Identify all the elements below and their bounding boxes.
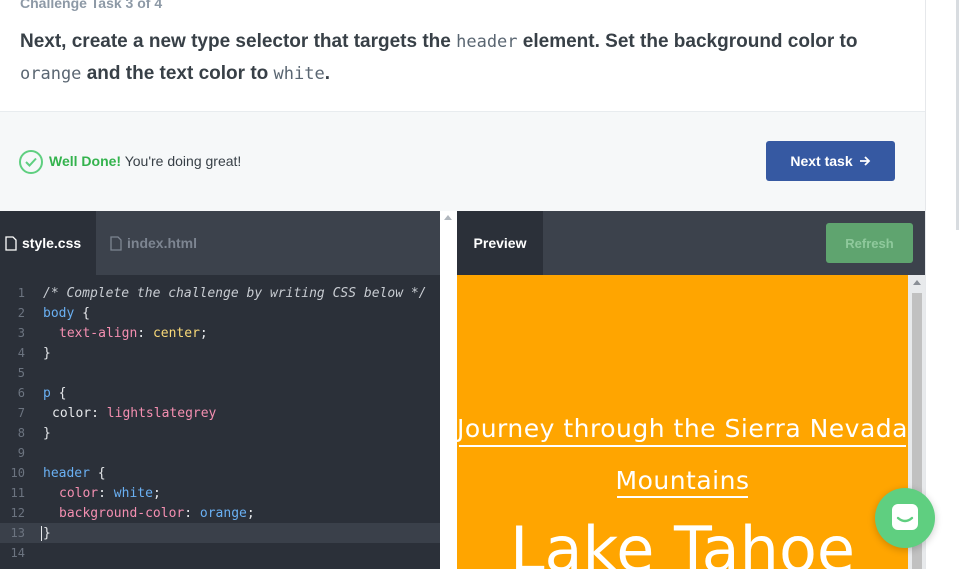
- property: text-align: [59, 325, 138, 341]
- file-icon: [110, 235, 122, 251]
- code-line-active: 13}: [0, 523, 440, 543]
- line-number: 13: [10, 526, 25, 540]
- selector: body: [43, 305, 75, 321]
- editor-tabs: style.css index.html: [0, 211, 440, 275]
- code-editor: style.css index.html 1 /* Complete the ch…: [0, 211, 440, 569]
- selector: p: [43, 385, 51, 401]
- task-code-white: white: [273, 64, 325, 84]
- code-content: }: [43, 345, 51, 361]
- line-number: 3: [17, 326, 25, 340]
- line-number: 14: [10, 546, 25, 560]
- code-line: 9: [0, 443, 440, 463]
- property: color: [59, 485, 99, 501]
- preview-frame: Journey through the Sierra Nevada Mountai…: [457, 275, 908, 569]
- title-line: Journey through the Sierra Nevada: [457, 414, 908, 443]
- code-line: 2 body {: [0, 303, 440, 323]
- title-underline: [459, 445, 906, 447]
- pane-divider[interactable]: [440, 211, 457, 569]
- property: background-color: [59, 505, 185, 521]
- feedback-bold: Well Done!: [49, 153, 122, 169]
- code-content: background-color: orange;: [59, 505, 255, 521]
- line-number: 11: [10, 486, 25, 500]
- value: center: [152, 325, 200, 341]
- code-line: 3 text-align: center;: [0, 323, 440, 343]
- task-progress-label: Challenge Task 3 of 4: [20, 0, 163, 11]
- refresh-button[interactable]: Refresh: [826, 223, 913, 263]
- task-text-part: element. Set the background color to: [517, 31, 858, 52]
- title-line: Mountains: [615, 466, 750, 495]
- code-line: 14: [0, 543, 440, 563]
- task-header: Challenge Task 3 of 4 Next, create a new…: [0, 0, 925, 111]
- tab-label: index.html: [127, 235, 198, 251]
- code-area[interactable]: 1 /* Complete the challenge by writing CS…: [0, 275, 440, 569]
- title-underline: [617, 496, 748, 498]
- property: color: [52, 405, 92, 421]
- code-line: 12 background-color: orange;: [0, 503, 440, 523]
- line-number: 9: [17, 446, 25, 460]
- task-code-orange: orange: [20, 64, 82, 84]
- arrow-right-icon: [859, 156, 870, 166]
- line-number: 2: [17, 306, 25, 320]
- line-number: 6: [17, 386, 25, 400]
- chat-launcher-button[interactable]: [875, 488, 935, 548]
- code-content: text-align: center;: [59, 325, 208, 341]
- code-line: 1 /* Complete the challenge by writing CS…: [0, 283, 440, 303]
- line-number: 5: [17, 366, 25, 380]
- preview-header-title: Journey through the Sierra Nevada Mountai…: [457, 403, 908, 507]
- file-icon: [5, 235, 17, 251]
- line-number: 7: [17, 406, 25, 420]
- task-instructions: Next, create a new type selector that ta…: [20, 26, 900, 90]
- line-number: 4: [17, 346, 25, 360]
- line-number: 10: [10, 466, 25, 480]
- task-text-part: Next, create a new type selector that ta…: [20, 31, 457, 52]
- scroll-up-arrow-icon[interactable]: [913, 280, 921, 285]
- code-content: body {: [43, 305, 90, 321]
- value: orange: [199, 505, 247, 521]
- value: white: [113, 485, 153, 501]
- code-content: color: white;: [59, 485, 161, 501]
- code-line: 8}: [0, 423, 440, 443]
- tab-label: style.css: [22, 235, 82, 251]
- line-number: 1: [17, 286, 25, 300]
- chat-icon: [892, 504, 918, 530]
- code-line: 6 p {: [0, 383, 440, 403]
- code-content: p {: [43, 385, 67, 401]
- line-number: 8: [17, 426, 25, 440]
- task-code-header: header: [456, 32, 518, 52]
- code-comment: /* Complete the challenge by writing CSS…: [43, 285, 427, 301]
- code-content: }: [43, 425, 51, 441]
- preview-big-heading: Lake Tahoe: [509, 513, 856, 569]
- code-content: color: lightslategrey: [52, 405, 217, 421]
- tab-preview[interactable]: Preview: [457, 211, 543, 275]
- check-circle-icon: [19, 150, 43, 174]
- task-text-part: and the text color to: [81, 63, 274, 84]
- feedback-text: You're doing great!: [121, 153, 242, 169]
- preview-pane: Preview Refresh Journey through the Sier…: [457, 211, 925, 569]
- code-line: 4}: [0, 343, 440, 363]
- feedback-message: Well Done! You're doing great!: [49, 153, 241, 169]
- feedback-bar: Well Done! You're doing great! Next task: [0, 111, 925, 211]
- scroll-up-arrow-icon[interactable]: [444, 215, 452, 220]
- code-line: 10 header {: [0, 463, 440, 483]
- selector: header: [43, 465, 90, 481]
- task-text-part: .: [324, 63, 331, 84]
- next-task-label: Next task: [790, 153, 853, 169]
- page-scrollbar[interactable]: [925, 0, 959, 569]
- code-content: }: [41, 525, 51, 541]
- code-content: header {: [43, 465, 106, 481]
- value: lightslategrey: [106, 405, 217, 421]
- code-line: 5: [0, 363, 440, 383]
- code-line: 11 color: white;: [0, 483, 440, 503]
- next-task-button[interactable]: Next task: [766, 141, 895, 181]
- line-number: 12: [10, 506, 25, 520]
- code-line: 7 color: lightslategrey: [0, 403, 440, 423]
- tab-index-html[interactable]: index.html: [110, 211, 197, 275]
- tab-style-css[interactable]: style.css: [0, 211, 96, 275]
